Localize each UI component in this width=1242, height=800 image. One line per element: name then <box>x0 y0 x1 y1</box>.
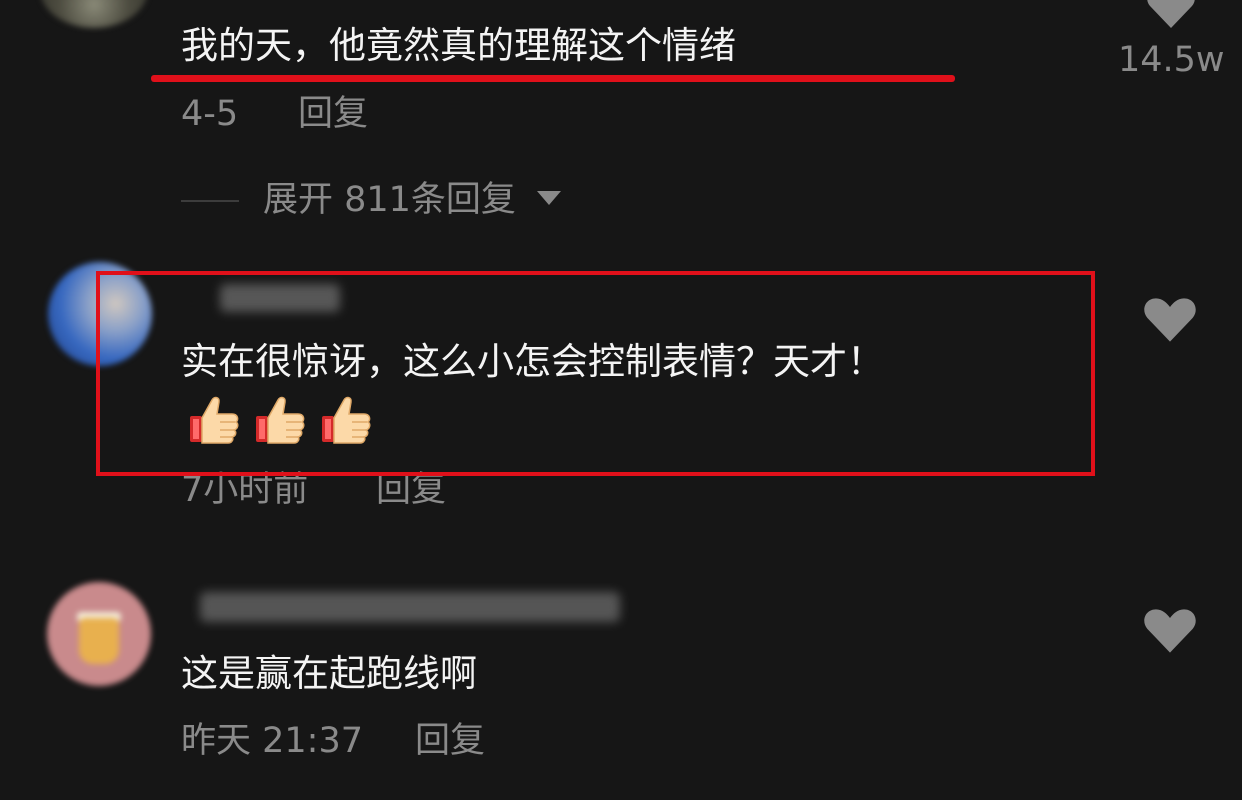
comment-text: 我的天，他竟然真的理解这个情绪 <box>181 24 736 67</box>
avatar[interactable] <box>40 0 148 28</box>
comment-date: 4-5 <box>181 94 239 134</box>
reply-button[interactable]: 回复 <box>415 721 485 761</box>
avatar[interactable] <box>47 582 151 686</box>
heart-icon[interactable] <box>1146 0 1196 30</box>
comment-text: 这是赢在起跑线啊 <box>181 652 477 695</box>
comment-date: 7小时前 <box>181 470 309 510</box>
comment-date: 昨天 21:37 <box>181 721 363 761</box>
highlight-underline <box>151 75 955 82</box>
caret-down-icon[interactable] <box>537 191 561 205</box>
username[interactable] <box>200 592 620 622</box>
heart-icon[interactable] <box>1143 607 1197 655</box>
expand-divider <box>181 200 239 202</box>
heart-icon[interactable] <box>1143 296 1197 344</box>
expand-replies-button[interactable]: 展开 811条回复 <box>263 180 516 220</box>
reply-button[interactable]: 回复 <box>376 470 446 510</box>
reply-button[interactable]: 回复 <box>298 94 368 134</box>
highlight-box <box>96 271 1095 476</box>
like-count: 14.5w <box>1118 40 1225 80</box>
